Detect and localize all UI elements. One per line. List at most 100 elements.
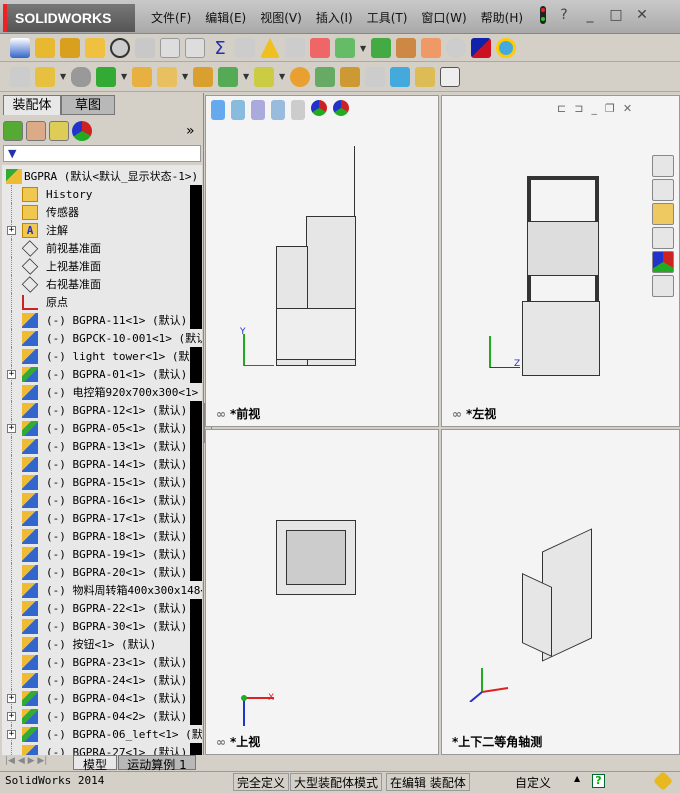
- tree-item[interactable]: (-) BGPCK-10-001<1> (默认): [2, 329, 202, 347]
- property-manager-tab-icon[interactable]: [26, 121, 46, 141]
- tile-right-icon[interactable]: ⊐: [574, 102, 583, 115]
- tree-item[interactable]: 上视基准面: [2, 257, 202, 275]
- dropdown-arrow-icon[interactable]: ▼: [182, 72, 188, 81]
- expand-icon[interactable]: +: [7, 225, 16, 235]
- tree-item[interactable]: (-) BGPRA-20<1> (默认): [2, 563, 202, 581]
- appearance-icon[interactable]: [311, 100, 327, 116]
- view-palette-icon[interactable]: [652, 227, 674, 249]
- dropdown-arrow-icon[interactable]: ▼: [60, 72, 66, 81]
- viewport-restore-icon[interactable]: ❐: [605, 102, 615, 115]
- view-orientation-icon[interactable]: [251, 100, 265, 120]
- tree-item[interactable]: (-) BGPRA-22<1> (默认): [2, 599, 202, 617]
- tree-item[interactable]: 前视基准面: [2, 239, 202, 257]
- tree-item[interactable]: (-) BGPRA-18<1> (默认): [2, 527, 202, 545]
- paperclip-icon[interactable]: [71, 66, 91, 87]
- previous-view-icon[interactable]: [211, 100, 225, 120]
- custom-properties-icon[interactable]: [652, 275, 674, 297]
- menu-window[interactable]: 窗口(W): [420, 7, 467, 28]
- menu-view[interactable]: 视图(V): [259, 7, 303, 28]
- compare-icon[interactable]: [335, 38, 355, 58]
- sum-icon[interactable]: Σ: [210, 38, 230, 59]
- status-large-assembly-mode[interactable]: 大型装配体模式: [290, 773, 383, 791]
- spell-check-icon[interactable]: [10, 38, 30, 58]
- tree-item[interactable]: + (-) BGPRA-04<1> (默认): [2, 689, 202, 707]
- color-icon[interactable]: [471, 38, 491, 58]
- tree-item[interactable]: (-) 按钮<1> (默认): [2, 635, 202, 653]
- hide-show-icon[interactable]: [291, 100, 305, 120]
- dropdown-arrow-icon[interactable]: ▼: [121, 72, 127, 81]
- smart-fasteners-icon[interactable]: [193, 66, 213, 87]
- menu-insert[interactable]: 插入(I): [315, 7, 354, 28]
- tab-model[interactable]: 模型: [73, 755, 117, 772]
- menu-tools[interactable]: 工具(T): [366, 7, 409, 28]
- home-icon[interactable]: [652, 155, 674, 177]
- menu-edit[interactable]: 编辑(E): [204, 7, 247, 28]
- appearances-icon[interactable]: [652, 251, 674, 273]
- expand-icon[interactable]: +: [7, 369, 16, 379]
- design-checker-icon[interactable]: [396, 38, 416, 58]
- link-icon[interactable]: ∞: [452, 407, 462, 421]
- tree-item[interactable]: (-) BGPRA-12<1> (默认): [2, 401, 202, 419]
- snapshot-icon[interactable]: [440, 66, 460, 87]
- viewport-close-icon[interactable]: ✕: [623, 102, 632, 115]
- section-view-icon[interactable]: [231, 100, 245, 120]
- close-icon[interactable]: ✕: [634, 7, 650, 23]
- tree-item[interactable]: + (-) BGPRA-06_left<1> (默认): [2, 725, 202, 743]
- hole-check-icon[interactable]: [310, 38, 330, 58]
- design-library-icon[interactable]: [652, 179, 674, 201]
- tree-item[interactable]: History: [2, 185, 202, 203]
- scene-icon[interactable]: [333, 100, 349, 116]
- viewport-minimize-icon[interactable]: _: [591, 102, 597, 115]
- appearance-icon[interactable]: [496, 38, 516, 58]
- tree-item[interactable]: + (-) BGPRA-04<2> (默认): [2, 707, 202, 725]
- tree-item[interactable]: (-) BGPRA-13<1> (默认): [2, 437, 202, 455]
- tree-item[interactable]: (-) BGPRA-24<1> (默认): [2, 671, 202, 689]
- viewport-left[interactable]: ⊏ ⊐ _ ❐ ✕ Z ∞ *左视: [441, 95, 680, 427]
- zebra-icon[interactable]: [421, 38, 441, 58]
- tree-item[interactable]: (-) BGPRA-30<1> (默认): [2, 617, 202, 635]
- expand-icon[interactable]: +: [7, 729, 16, 739]
- tree-item[interactable]: (-) BGPRA-11<1> (默认): [2, 311, 202, 329]
- tree-item[interactable]: + (-) BGPRA-05<1> (默认): [2, 419, 202, 437]
- tree-item[interactable]: (-) BGPRA-14<1> (默认): [2, 455, 202, 473]
- status-units-custom[interactable]: 自定义: [515, 774, 551, 791]
- open-folder-icon[interactable]: [35, 66, 55, 87]
- mate-icon[interactable]: [96, 66, 116, 87]
- viewport-top[interactable]: X ∞ *上视: [205, 429, 439, 755]
- restore-icon[interactable]: □: [608, 7, 624, 23]
- tree-item[interactable]: (-) BGPRA-16<1> (默认): [2, 491, 202, 509]
- tree-item[interactable]: (-) BGPRA-27<1> (默认): [2, 743, 202, 755]
- configuration-manager-tab-icon[interactable]: [49, 121, 69, 141]
- bom-icon[interactable]: [315, 66, 335, 87]
- tree-item[interactable]: (-) 电控箱920x700x300<1> (默认): [2, 383, 202, 401]
- tree-item[interactable]: 右视基准面: [2, 275, 202, 293]
- tab-motion-study[interactable]: 运动算例 1: [118, 755, 196, 772]
- dropdown-arrow-icon[interactable]: ▼: [360, 44, 366, 53]
- minimize-icon[interactable]: _: [582, 7, 598, 23]
- tab-sketch[interactable]: 草图: [61, 95, 115, 115]
- reference-geometry-icon[interactable]: [254, 66, 274, 87]
- instant3d-icon[interactable]: [390, 66, 410, 87]
- gears-icon[interactable]: [290, 66, 310, 87]
- expand-icon[interactable]: +: [7, 423, 16, 433]
- tree-item[interactable]: (-) BGPRA-17<1> (默认): [2, 509, 202, 527]
- link-icon[interactable]: ∞: [216, 735, 226, 749]
- menu-help[interactable]: 帮助(H): [480, 7, 524, 28]
- move-component-icon[interactable]: [157, 66, 177, 87]
- dropdown-arrow-icon[interactable]: ▼: [243, 72, 249, 81]
- feature-manager-tab-icon[interactable]: [3, 121, 23, 141]
- link-icon[interactable]: ∞: [216, 407, 226, 421]
- expand-icon[interactable]: +: [7, 711, 16, 721]
- units-arrow-icon[interactable]: ▲: [574, 774, 580, 783]
- filter-icon[interactable]: ▼: [4, 147, 16, 160]
- tree-item[interactable]: (-) BGPRA-15<1> (默认): [2, 473, 202, 491]
- tile-left-icon[interactable]: ⊏: [557, 102, 566, 115]
- tree-item[interactable]: (-) BGPRA-19<1> (默认): [2, 545, 202, 563]
- mass-properties-icon[interactable]: [60, 38, 80, 58]
- display-style-icon[interactable]: [271, 100, 285, 120]
- excel-bom-icon[interactable]: [371, 38, 391, 58]
- pattern-icon[interactable]: [132, 66, 152, 87]
- viewport-front[interactable]: Y ∞ *前视: [205, 95, 439, 427]
- dropdown-arrow-icon[interactable]: ▼: [279, 72, 285, 81]
- section-properties-icon[interactable]: [85, 38, 105, 58]
